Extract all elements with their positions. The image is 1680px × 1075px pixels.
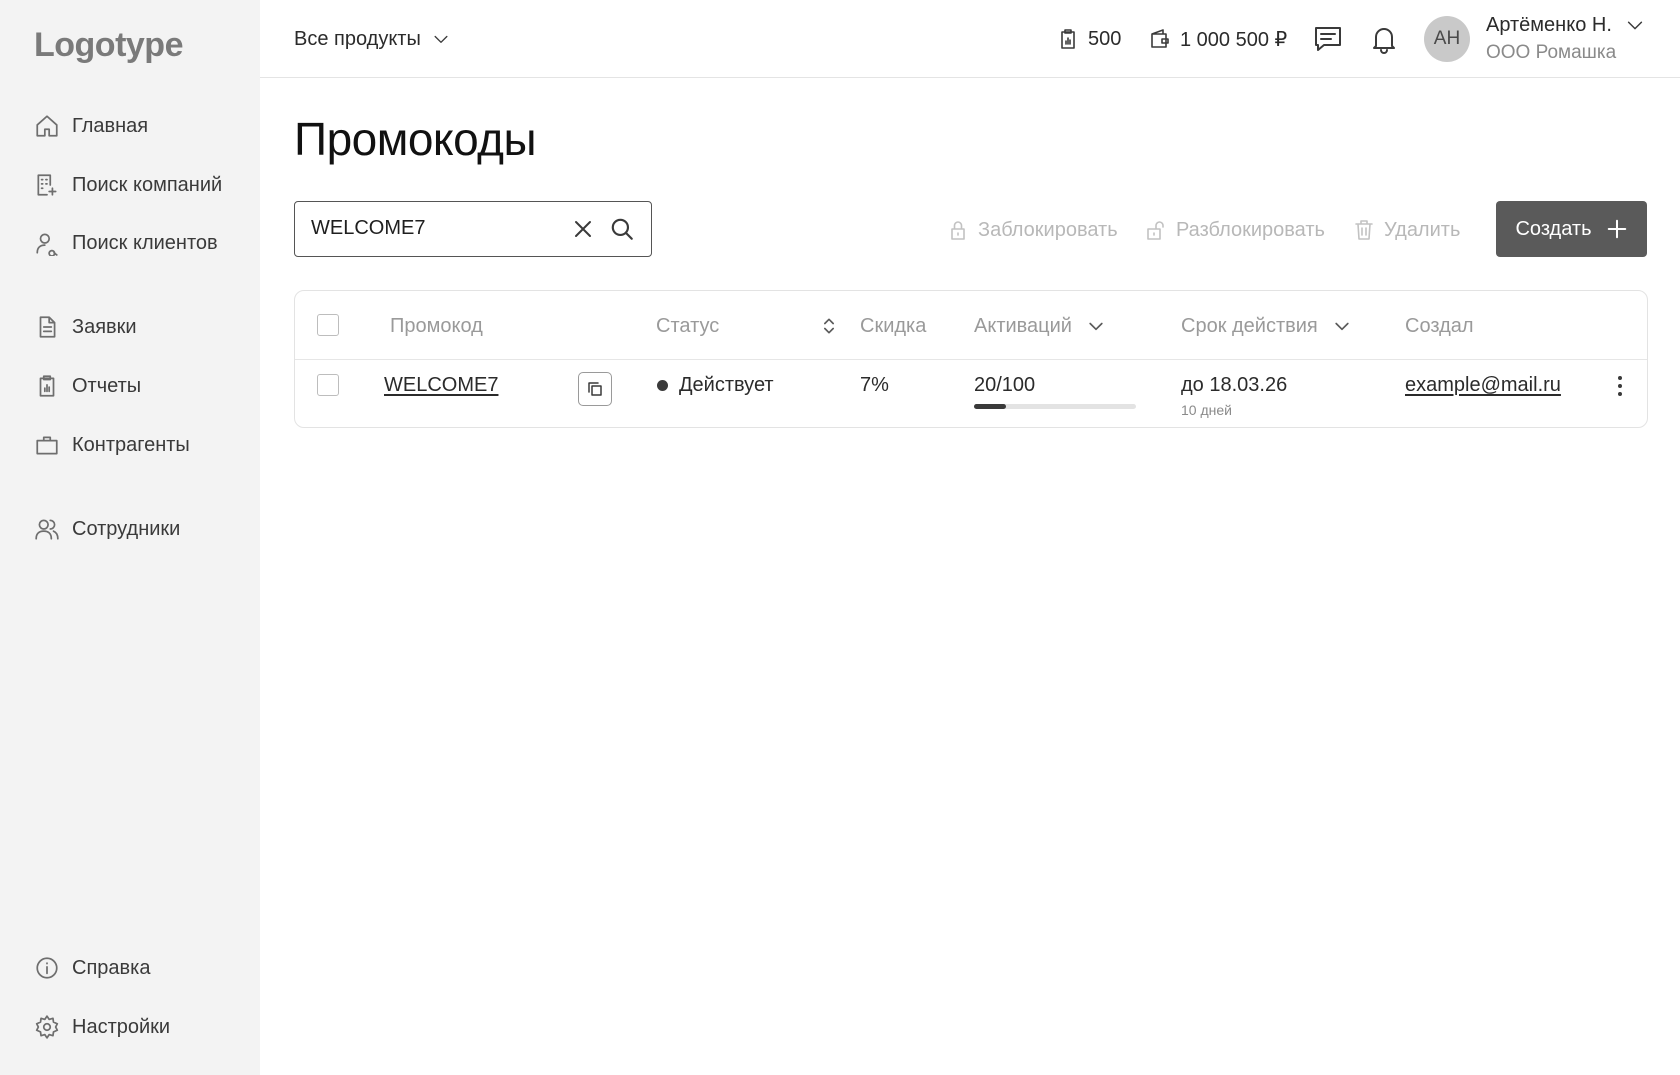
column-header-activations[interactable]: Активаций (974, 313, 1106, 339)
validity-days-left: 10 дней (1181, 402, 1232, 418)
page-title: Промокоды (294, 113, 537, 165)
column-header-code: Промокод (390, 313, 483, 339)
search-icon[interactable] (609, 216, 635, 242)
header-divider (295, 359, 1647, 360)
column-header-label: Срок действия (1181, 314, 1318, 337)
delete-label: Удалить (1384, 218, 1461, 241)
search-input[interactable] (311, 202, 551, 255)
clipboard-chart-icon (39, 375, 55, 397)
activations-value: 20/100 (974, 374, 1036, 396)
sidebar-item-label: Настройки (72, 1015, 171, 1038)
copy-button[interactable] (578, 372, 612, 406)
delete-button[interactable]: Удалить (1352, 214, 1460, 246)
column-header-label: Создал (1405, 314, 1474, 337)
sidebar-item-label: Контрагенты (72, 433, 190, 456)
app: Logotype Главная Поиск компаний Поиск кл… (0, 0, 1680, 1075)
plus-icon (1607, 219, 1626, 239)
create-button[interactable]: Создать (1496, 201, 1647, 257)
messages-button[interactable] (1311, 22, 1345, 56)
select-all-checkbox[interactable] (317, 314, 339, 336)
unblock-button[interactable]: Разблокировать (1144, 214, 1325, 246)
unlock-icon (1147, 221, 1164, 240)
column-header-label: Активаций (974, 314, 1072, 337)
sidebar-item-label: Поиск компаний (72, 173, 223, 196)
sidebar-item-settings[interactable]: Настройки (34, 1007, 254, 1047)
row-checkbox[interactable] (317, 374, 339, 396)
search-box (294, 201, 652, 257)
sidebar-item-home[interactable]: Главная (34, 106, 254, 146)
activations-progress (974, 404, 1136, 409)
sidebar-item-counterparties[interactable]: Контрагенты (34, 425, 254, 465)
column-header-creator: Создал (1405, 313, 1474, 339)
wallet-icon (1151, 29, 1169, 48)
validity-date: до 18.03.26 (1181, 374, 1288, 396)
logo[interactable]: Logotype (34, 26, 183, 65)
more-vertical-icon[interactable] (1605, 371, 1635, 401)
user-name[interactable]: Артёменко Н. (1486, 14, 1612, 37)
creator-email-link[interactable]: example@mail.ru (1405, 374, 1561, 397)
column-header-label: Скидка (860, 314, 927, 337)
briefcase-icon (36, 436, 58, 455)
chevron-down-icon[interactable] (1332, 316, 1352, 336)
sidebar: Logotype Главная Поиск компаний Поиск кл… (0, 0, 260, 1075)
bell-icon (1373, 28, 1395, 54)
clipboard-chart-icon (1061, 29, 1075, 49)
building-search-icon (37, 174, 57, 196)
chevron-down-icon (434, 35, 448, 43)
sidebar-item-client-search[interactable]: Поиск клиентов (34, 223, 254, 263)
column-header-label: Промокод (390, 314, 483, 337)
column-header-discount: Скидка (860, 313, 926, 339)
promo-table: Промокод Статус Скидка Активаций Срок де… (294, 290, 1648, 428)
copy-icon (588, 382, 602, 396)
create-label: Создать (1515, 217, 1592, 240)
column-header-label: Статус (656, 314, 720, 337)
sidebar-item-label: Главная (72, 114, 149, 137)
sidebar-item-label: Сотрудники (72, 517, 181, 540)
sidebar-item-label: Заявки (72, 315, 137, 338)
sidebar-item-employees[interactable]: Сотрудники (34, 509, 254, 549)
user-org: ООО Ромашка (1486, 42, 1617, 63)
column-header-status[interactable]: Статус (656, 313, 839, 339)
sidebar-item-reports[interactable]: Отчеты (34, 366, 254, 406)
reports-counter[interactable]: 500 (1056, 24, 1121, 54)
trash-icon (1355, 220, 1373, 240)
sidebar-item-label: Поиск клиентов (72, 231, 218, 254)
close-icon[interactable] (571, 217, 595, 241)
notifications-button[interactable] (1367, 22, 1401, 56)
promo-code-link[interactable]: WELCOME7 (384, 374, 498, 397)
users-icon (35, 519, 59, 540)
user-search-icon (36, 233, 58, 256)
discount-value: 7% (860, 374, 889, 396)
info-icon (36, 957, 58, 979)
activations-progress-fill (974, 404, 1007, 409)
chevron-down-icon[interactable] (1086, 316, 1106, 336)
gear-icon (35, 1015, 59, 1039)
chevron-down-icon[interactable] (1624, 14, 1646, 36)
sidebar-item-help[interactable]: Справка (34, 948, 254, 988)
sidebar-item-label: Справка (72, 956, 151, 979)
avatar[interactable]: АН (1424, 16, 1470, 62)
top-header: Все продукты 500 1 000 500 ₽ АН Артёменк… (260, 0, 1680, 78)
sidebar-item-label: Отчеты (72, 374, 142, 397)
sidebar-item-requests[interactable]: Заявки (34, 307, 254, 347)
status-indicator (657, 380, 668, 391)
balance-amount: 1 000 500 ₽ (1180, 28, 1288, 51)
status-badge: Действует (679, 374, 774, 396)
block-label: Заблокировать (978, 218, 1118, 241)
lock-icon (951, 221, 965, 240)
document-icon (39, 316, 56, 338)
sort-icon[interactable] (819, 316, 839, 336)
product-select[interactable]: Все продукты (294, 24, 451, 54)
chat-icon (1315, 27, 1341, 51)
block-button[interactable]: Заблокировать (946, 214, 1118, 246)
reports-count: 500 (1088, 27, 1122, 50)
balance[interactable]: 1 000 500 ₽ (1148, 24, 1287, 54)
product-select-label: Все продукты (294, 27, 421, 50)
unblock-label: Разблокировать (1176, 218, 1325, 241)
column-header-validity[interactable]: Срок действия (1181, 313, 1352, 339)
home-icon (36, 115, 58, 137)
sidebar-item-company-search[interactable]: Поиск компаний (34, 165, 254, 205)
